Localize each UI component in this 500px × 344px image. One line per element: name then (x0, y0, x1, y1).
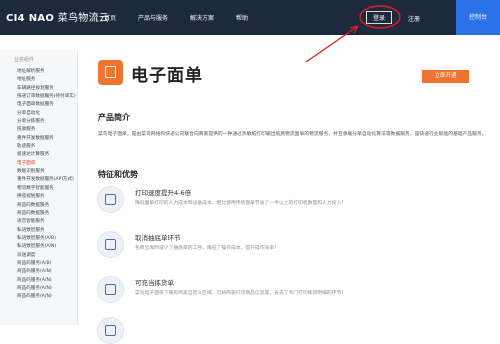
intro-text: 菜鸟电子面单，是由菜鸟网络和快递公司联合向商家提供的一种通过热敏纸打印输出纸质物… (98, 132, 487, 137)
mail-icon (97, 317, 124, 344)
top-navigation-bar: CI4 NAO 菜鸟物流云 首页 产品与服务 解决方案 帮助 登录 注册 控制台 (0, 0, 500, 35)
sidebar-item[interactable]: 商品码服务(A/N) (17, 277, 76, 285)
nav-solutions[interactable]: 解决方案 (190, 13, 214, 22)
feature-desc: 菜鸟电子面单下联有商家自定义区域，可将商家打印商品信息等，省去了专门打印拣货明细… (135, 291, 347, 296)
nav-help[interactable]: 帮助 (236, 13, 248, 22)
layers-icon (97, 231, 124, 258)
box-icon (97, 276, 124, 303)
logo-name: 菜鸟物流云 (57, 13, 110, 24)
sidebar-item[interactable]: 极速达计算服务 (17, 151, 76, 159)
feature-desc: 降低面单打印的人力成本和设备成本，相比使用传统面单节省了一半以上的打印机数量和人… (135, 201, 347, 206)
sidebar-item[interactable]: 车辆路径规划服务 (17, 85, 76, 93)
printer-icon (97, 186, 124, 213)
sidebar-item[interactable]: 电子面单数据服务 (17, 101, 76, 109)
feature-desc: 包裹出库时减少了抽底单的工序，降低了操作成本，提升操作效率！ (135, 246, 279, 251)
login-button[interactable]: 登录 (366, 11, 392, 24)
sidebar-item[interactable]: 私语数智服务(A/N) (17, 243, 76, 251)
nav-products[interactable]: 产品与服务 (138, 13, 168, 22)
main-nav: 首页 产品与服务 解决方案 帮助 (104, 0, 270, 35)
sidebar-item[interactable]: 地址服务 (17, 76, 76, 84)
sidebar-item[interactable]: 重件开发数据服务 (17, 135, 76, 143)
sidebar-item[interactable]: 派送调度 (17, 252, 76, 260)
feature-name: 取消抽底单环节 (135, 234, 181, 242)
sidebar-item[interactable]: 私语数智服务(A/B) (17, 235, 76, 243)
sidebar-item[interactable]: 商品码数据服务 (17, 202, 76, 210)
sidebar-item[interactable]: 重件开发数据服务(API方式) (17, 176, 76, 184)
product-title: 电子面单 (131, 66, 203, 86)
intro-title: 产品简介 (98, 113, 130, 122)
sidebar-list: 地址解析服务 地址服务 车辆路径规划服务 快递订单数据服务(待付单实) 电子面单数据服务… (17, 68, 76, 302)
features-title: 特征和优势 (98, 170, 138, 179)
sidebar-item[interactable]: 物流数字智能服务 (17, 185, 76, 193)
sidebar-item[interactable]: 商品码数据服务 (17, 210, 76, 218)
open-now-button[interactable]: 立即开通 (422, 70, 469, 83)
nav-home[interactable]: 首页 (104, 13, 116, 22)
sidebar-item[interactable]: 数据识别服务 (17, 168, 76, 176)
logo[interactable]: CI4 NAO 菜鸟物流云 (6, 9, 109, 24)
sidebar-item[interactable]: 商品码服务(A/N) (17, 285, 76, 293)
sidebar-item[interactable]: 电子面单 (17, 160, 76, 168)
sidebar-item[interactable]: 分单自动化 (17, 110, 76, 118)
logo-mark: CI4 NAO (6, 13, 55, 24)
feature-name: 可充当拣货单 (135, 279, 174, 287)
sidebar-item[interactable]: 轨迹服务 (17, 143, 76, 151)
sidebar-item[interactable]: 拼揽规划服务 (17, 193, 76, 201)
feature-name: 打印速度提升4-6倍 (135, 189, 192, 197)
sidebar-item[interactable]: 语音智能服务 (17, 218, 76, 226)
sidebar-item[interactable]: 商品码服务(A/B) (17, 260, 76, 268)
sidebar-title: 业务组件 (14, 57, 35, 63)
sidebar-item[interactable]: 揽收服务 (17, 126, 76, 134)
document-icon (98, 60, 123, 85)
console-button[interactable]: 控制台 (456, 0, 500, 35)
register-link[interactable]: 注册 (408, 14, 420, 23)
sidebar-item[interactable]: 私语数智服务 (17, 227, 76, 235)
sidebar-item[interactable]: 地址解析服务 (17, 68, 76, 76)
sidebar-item[interactable]: 分单分拣服务 (17, 118, 76, 126)
sidebar-item[interactable]: 商品码服务(A/N) (17, 293, 76, 301)
sidebar-item[interactable]: 快递订单数据服务(待付单实) (17, 93, 76, 101)
sidebar-item[interactable]: 商品码服务(A/N) (17, 268, 76, 276)
